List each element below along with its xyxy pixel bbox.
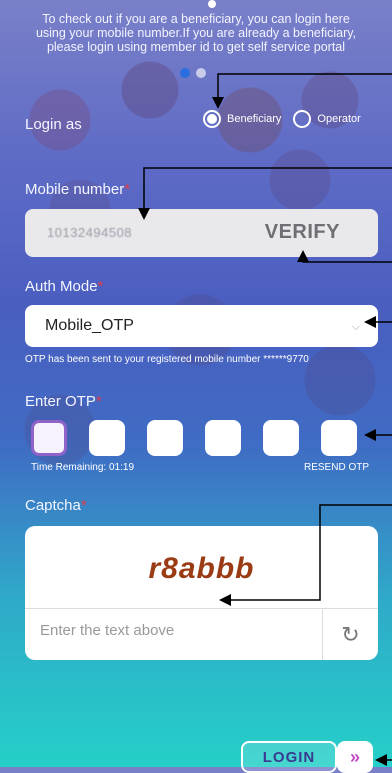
- arrow-to-captcha: [219, 504, 392, 606]
- arrow-to-verify: [297, 250, 392, 263]
- arrow-to-mobile: [138, 167, 392, 220]
- arrow-to-radio: [212, 73, 392, 109]
- annotation-arrows: [138, 73, 392, 766]
